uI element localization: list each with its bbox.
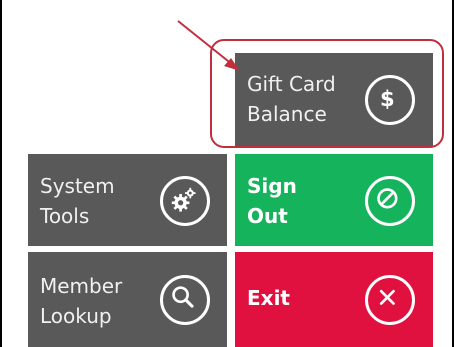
close-circle-icon bbox=[365, 275, 415, 325]
system-tools-tile[interactable]: System Tools bbox=[28, 154, 227, 246]
svg-text:$: $ bbox=[380, 86, 395, 111]
exit-tile[interactable]: Exit bbox=[235, 252, 433, 347]
frame-border-left bbox=[0, 0, 2, 347]
member-lookup-label: Member Lookup bbox=[40, 274, 123, 328]
dollar-circle-icon: $ bbox=[365, 75, 415, 125]
gears-icon bbox=[160, 176, 210, 226]
sign-out-tile[interactable]: Sign Out bbox=[235, 154, 433, 246]
exit-label: Exit bbox=[247, 286, 290, 310]
gift-card-balance-label: Gift Card Balance bbox=[247, 72, 336, 126]
frame-border-right bbox=[452, 0, 454, 347]
magnifier-icon bbox=[160, 275, 210, 325]
sign-out-label: Sign Out bbox=[247, 174, 297, 228]
prohibited-icon bbox=[365, 176, 415, 226]
member-lookup-tile[interactable]: Member Lookup bbox=[28, 252, 227, 347]
gift-card-balance-tile[interactable]: Gift Card Balance $ bbox=[235, 53, 433, 146]
system-tools-label: System Tools bbox=[40, 174, 115, 228]
